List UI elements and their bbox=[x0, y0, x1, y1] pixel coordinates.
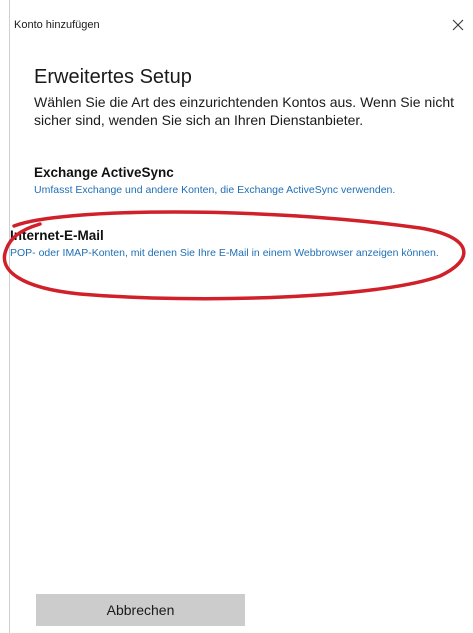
title-bar: Konto hinzufügen bbox=[0, 0, 473, 50]
option-description: Umfasst Exchange und andere Konten, die … bbox=[34, 184, 396, 196]
option-internet-email[interactable]: Internet-E-Mail POP- oder IMAP-Konten, m… bbox=[4, 227, 472, 260]
page-title: Erweitertes Setup bbox=[34, 66, 192, 88]
option-description: POP- oder IMAP-Konten, mit denen Sie Ihr… bbox=[10, 247, 439, 259]
option-title: Internet-E-Mail bbox=[10, 228, 104, 243]
window-title: Konto hinzufügen bbox=[14, 19, 100, 31]
dialog-left-border bbox=[9, 0, 10, 633]
cancel-button[interactable]: Abbrechen bbox=[36, 594, 245, 626]
page-description: Wählen Sie die Art des einzurichtenden K… bbox=[34, 94, 454, 128]
close-icon bbox=[452, 19, 464, 31]
option-exchange-activesync[interactable]: Exchange ActiveSync Umfasst Exchange und… bbox=[34, 164, 466, 197]
close-button[interactable] bbox=[448, 14, 468, 36]
add-account-dialog: Konto hinzufügen Erweitertes Setup Wähle… bbox=[0, 0, 473, 633]
option-title: Exchange ActiveSync bbox=[34, 165, 174, 180]
